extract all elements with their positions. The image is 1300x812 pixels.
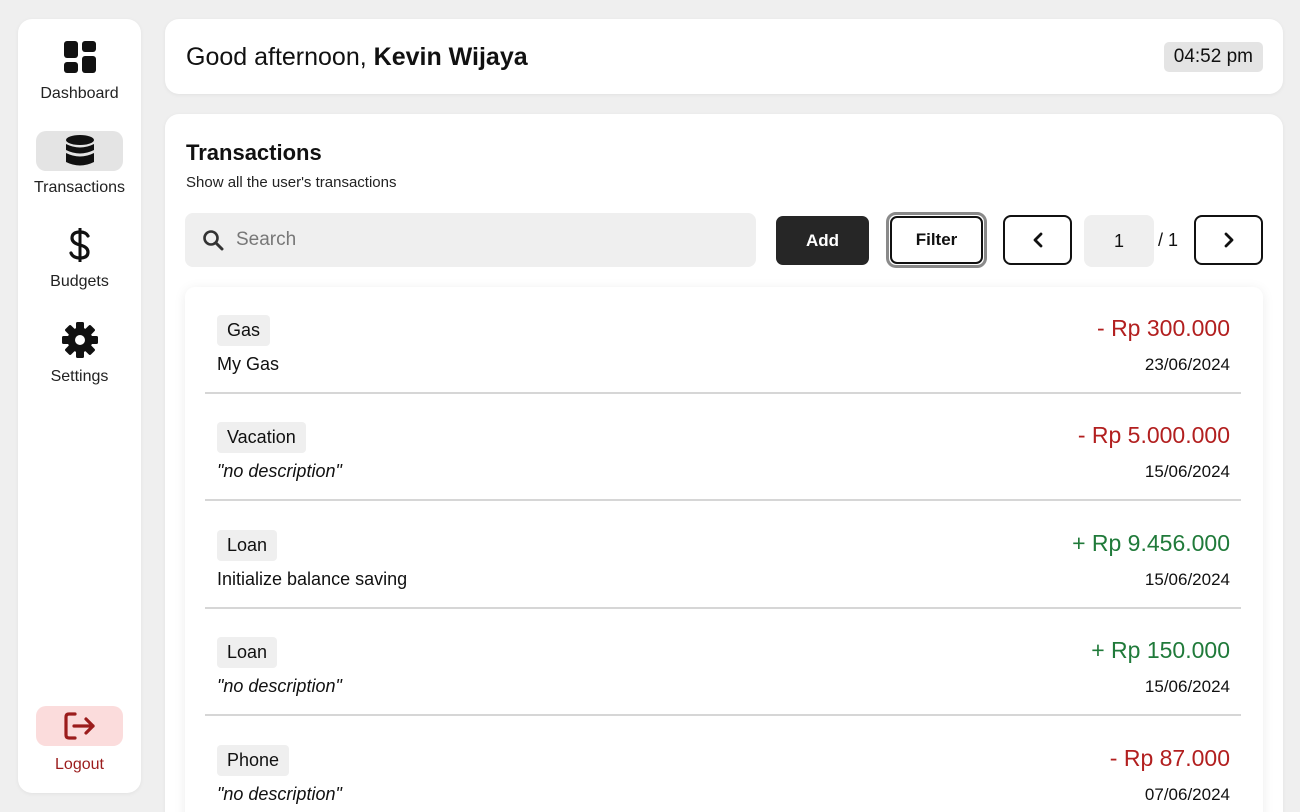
page-total: / 1 [1158,230,1179,250]
category-badge: Loan [217,637,278,668]
dollar-icon [68,228,90,262]
transaction-date: 15/06/2024 [1144,677,1230,696]
transaction-row[interactable]: Gas My Gas - Rp 300.000 23/06/2024 [205,287,1241,394]
sidebar-item-label: Budgets [50,273,109,290]
transaction-list: Gas My Gas - Rp 300.000 23/06/2024 Vacat… [185,287,1263,812]
filter-button[interactable]: Filter [886,212,987,268]
search-bar [185,213,756,267]
chevron-right-icon [1224,232,1233,248]
category-badge: Phone [217,745,290,776]
transaction-date: 23/06/2024 [1144,355,1230,374]
sidebar: Dashboard Transactions Budgets Settings … [18,19,141,793]
transaction-amount: - Rp 300.000 [1097,315,1230,341]
clock-badge: 04:52 pm [1163,42,1263,72]
page-number-input[interactable]: 1 [1084,215,1154,267]
logout-icon [63,712,95,740]
transactions-card: Transactions Show all the user's transac… [165,114,1283,812]
transaction-amount: + Rp 9.456.000 [1072,530,1230,556]
prev-page-button[interactable] [1003,215,1072,265]
category-badge: Loan [217,530,278,561]
search-input[interactable] [236,229,716,251]
transaction-date: 15/06/2024 [1144,570,1230,589]
transaction-row[interactable]: Loan "no description" + Rp 150.000 15/06… [205,609,1241,716]
transaction-amount: - Rp 5.000.000 [1077,422,1230,448]
page-title: Transactions [186,140,322,165]
transaction-row[interactable]: Vacation "no description" - Rp 5.000.000… [205,394,1241,501]
transaction-amount: - Rp 87.000 [1109,745,1230,771]
sidebar-item-settings[interactable]: Settings [18,320,141,400]
sidebar-item-transactions[interactable]: Transactions [18,131,141,211]
user-name: Kevin Wijaya [373,43,528,71]
header-card: Good afternoon, Kevin Wijaya 04:52 pm [165,19,1283,94]
next-page-button[interactable] [1194,215,1263,265]
logout-button[interactable]: Logout [18,706,141,786]
category-badge: Gas [217,315,271,346]
transaction-date: 15/06/2024 [1144,462,1230,481]
greeting-prefix: Good afternoon, [186,43,374,71]
add-button[interactable]: Add [776,216,869,265]
filter-button-label: Filter [890,216,983,264]
sidebar-item-label: Transactions [34,179,125,196]
transaction-date: 07/06/2024 [1144,785,1230,804]
sidebar-item-dashboard[interactable]: Dashboard [18,37,141,117]
sidebar-item-budgets[interactable]: Budgets [18,225,141,305]
sidebar-item-label: Settings [50,368,109,385]
transaction-amount: + Rp 150.000 [1091,637,1230,663]
transaction-description: "no description" [217,461,342,481]
category-badge: Vacation [217,422,306,453]
gear-icon [61,322,98,358]
transaction-row[interactable]: Phone "no description" - Rp 87.000 07/06… [205,717,1241,812]
transaction-row[interactable]: Loan Initialize balance saving + Rp 9.45… [205,502,1241,609]
greeting: Good afternoon, Kevin Wijaya [186,43,528,72]
search-icon [202,229,224,251]
page-subtitle: Show all the user's transactions [186,174,397,191]
chevron-left-icon [1033,232,1042,248]
database-icon [65,135,94,166]
dashboard-icon [63,41,96,73]
transaction-description: "no description" [217,676,342,696]
transaction-description: Initialize balance saving [217,569,408,589]
transaction-description: "no description" [217,784,342,804]
sidebar-item-label: Dashboard [40,85,119,102]
logout-label: Logout [55,756,104,773]
transaction-description: My Gas [217,354,280,374]
